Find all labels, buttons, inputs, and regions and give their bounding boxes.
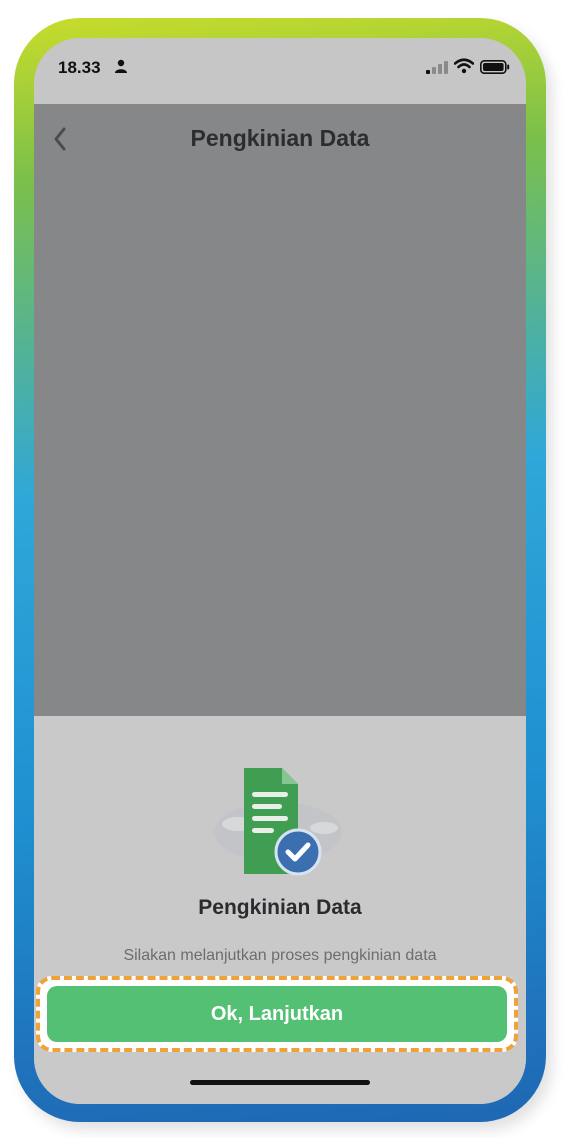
bottom-sheet: Pengkinian Data Silakan melanjutkan pros… xyxy=(34,716,526,1104)
battery-icon xyxy=(480,60,510,74)
signal-icon xyxy=(426,61,448,74)
document-check-icon xyxy=(214,768,342,876)
person-icon xyxy=(115,59,127,73)
sheet-title: Pengkinian Data xyxy=(198,896,362,919)
continue-button[interactable]: Ok, Lanjutkan xyxy=(47,986,507,1042)
phone-screen: 18.33 Pengkinian Data Pengkinian Data Si… xyxy=(34,38,526,1104)
status-bar: 18.33 xyxy=(34,38,526,104)
header-overlay: Pengkinian Data xyxy=(34,104,526,716)
wifi-icon xyxy=(454,58,474,74)
page-title: Pengkinian Data xyxy=(190,125,370,151)
highlight-ring: Ok, Lanjutkan xyxy=(36,976,518,1052)
home-indicator xyxy=(190,1080,370,1085)
status-time: 18.33 xyxy=(58,58,101,77)
sheet-message: Silakan melanjutkan proses pengkinian da… xyxy=(123,947,437,964)
